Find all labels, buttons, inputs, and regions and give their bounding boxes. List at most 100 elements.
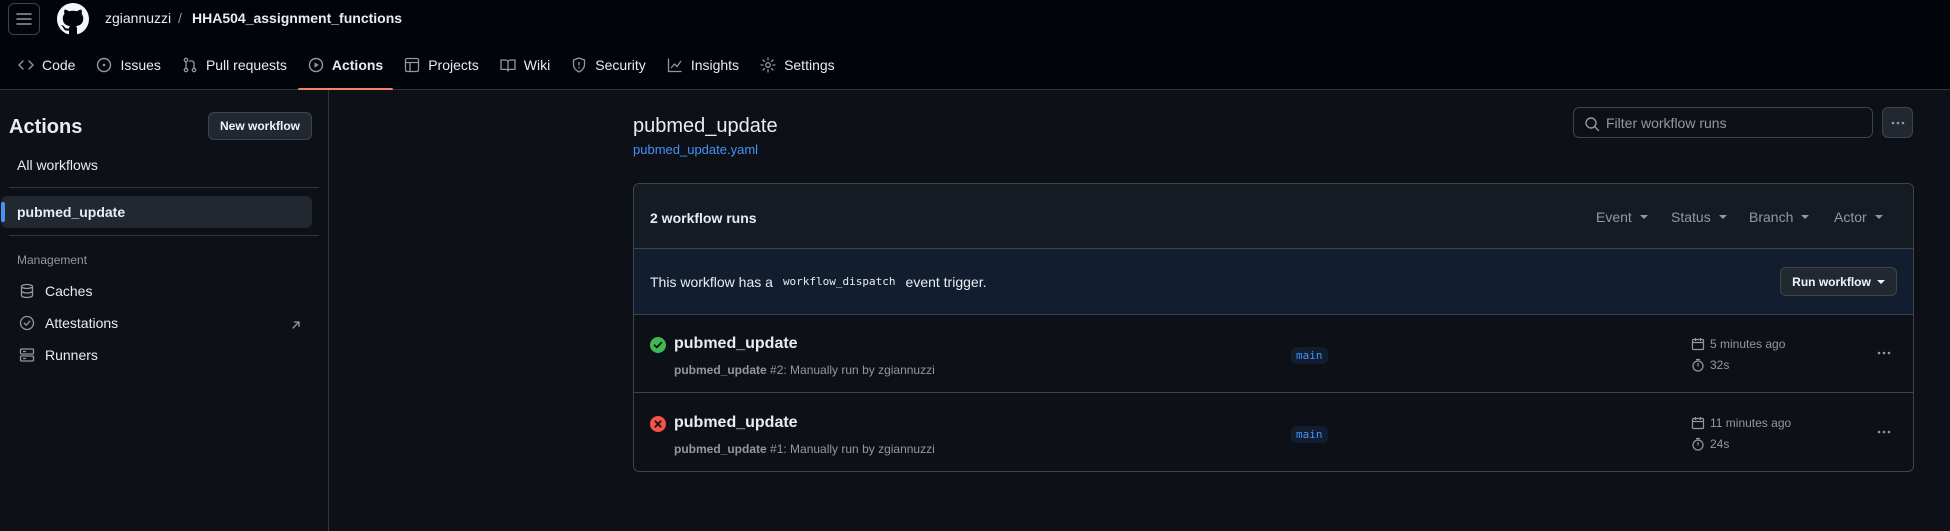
- stopwatch-icon: [1692, 437, 1704, 451]
- run-duration: 32s: [1691, 358, 1729, 372]
- caret-down-icon: [1876, 279, 1885, 284]
- breadcrumb-separator: /: [178, 10, 182, 26]
- menu-button[interactable]: [8, 3, 40, 35]
- run-detail: #1: Manually run by zgiannuzzi: [770, 442, 935, 456]
- tab-projects[interactable]: Projects: [394, 48, 489, 82]
- sidebar-item-label: pubmed_update: [17, 204, 126, 220]
- issue-icon: [97, 57, 112, 73]
- run-title[interactable]: pubmed_update: [674, 335, 798, 353]
- run-workflow-button[interactable]: Run workflow: [1780, 267, 1897, 296]
- actor-filter-dropdown[interactable]: Actor: [1834, 209, 1883, 225]
- tab-actions[interactable]: Actions: [297, 48, 394, 90]
- workflow-title: pubmed_update: [633, 115, 778, 137]
- workflow-file-link[interactable]: pubmed_update.yaml: [633, 142, 758, 157]
- run-workflow-label: Run workflow: [1792, 274, 1871, 289]
- stopwatch-icon: [1692, 358, 1704, 372]
- tab-code[interactable]: Code: [8, 48, 85, 82]
- sidebar-item-runners[interactable]: Runners: [19, 347, 98, 363]
- event-filter-dropdown[interactable]: Event: [1596, 209, 1648, 225]
- branch-label[interactable]: main: [1291, 347, 1328, 364]
- calendar-icon: [1691, 417, 1705, 430]
- code-icon: [18, 60, 34, 70]
- sidebar-title: Actions: [9, 116, 83, 138]
- filter-placeholder: Filter workflow runs: [1606, 114, 1727, 131]
- breadcrumb-owner[interactable]: zgiannuzzi: [105, 10, 171, 26]
- dispatch-banner: This workflow has a workflow_dispatch ev…: [634, 249, 1913, 315]
- dropdown-label: Actor: [1834, 209, 1867, 225]
- run-subtitle: pubmed_update #2: Manually run by zgiann…: [674, 363, 935, 377]
- sidebar-item-pubmed-update[interactable]: pubmed_update: [1, 196, 312, 228]
- dispatch-message: This workflow has a workflow_dispatch ev…: [650, 273, 986, 290]
- tab-insights[interactable]: Insights: [657, 48, 749, 82]
- run-workflow-name: pubmed_update: [674, 363, 767, 377]
- caret-down-icon: [1801, 215, 1810, 219]
- tab-wiki[interactable]: Wiki: [490, 48, 560, 82]
- tab-issues[interactable]: Issues: [86, 48, 170, 82]
- search-icon: [1585, 117, 1600, 132]
- verified-icon: [19, 315, 35, 331]
- status-filter-dropdown[interactable]: Status: [1671, 209, 1727, 225]
- graph-icon: [667, 58, 682, 73]
- sidebar-divider: [9, 187, 319, 188]
- run-detail: #2: Manually run by zgiannuzzi: [770, 363, 935, 377]
- sidebar-item-label: Attestations: [45, 315, 119, 331]
- sidebar-item-caches[interactable]: Caches: [19, 283, 92, 299]
- sidebar-item-label: Runners: [45, 347, 98, 363]
- book-icon: [500, 59, 516, 72]
- play-icon: [308, 57, 324, 73]
- run-workflow-name: pubmed_update: [674, 442, 767, 456]
- run-when: 5 minutes ago: [1710, 337, 1786, 351]
- sidebar-item-label: Caches: [45, 283, 93, 299]
- gear-icon: [760, 57, 776, 73]
- tab-label: Security: [595, 57, 646, 73]
- server-icon: [19, 348, 35, 362]
- run-duration-value: 32s: [1710, 358, 1730, 372]
- runs-header: 2 workflow runs Event Status Branch Acto…: [634, 184, 1913, 249]
- breadcrumb-repo[interactable]: HHA504_assignment_functions: [192, 10, 402, 26]
- tab-label: Code: [42, 57, 76, 73]
- tab-label: Issues: [120, 57, 161, 73]
- repo-tabs: Code Issues Pull requests Actions Projec…: [8, 48, 846, 90]
- tab-label: Wiki: [523, 57, 551, 73]
- caret-down-icon: [1874, 215, 1883, 219]
- tab-pull-requests[interactable]: Pull requests: [172, 48, 297, 82]
- active-indicator: [1, 202, 5, 222]
- sidebar-item-all-workflows[interactable]: All workflows: [17, 157, 98, 173]
- kebab-horizontal-icon: [1877, 430, 1891, 434]
- tab-security[interactable]: Security: [561, 48, 656, 82]
- run-date: 11 minutes ago: [1691, 416, 1791, 430]
- dispatch-suffix: event trigger.: [905, 273, 987, 290]
- tab-label: Actions: [331, 57, 384, 73]
- run-title[interactable]: pubmed_update: [674, 414, 798, 432]
- caret-down-icon: [1718, 215, 1727, 219]
- more-options-button[interactable]: [1882, 107, 1913, 138]
- run-when: 11 minutes ago: [1710, 416, 1792, 430]
- repo-header: zgiannuzzi / HHA504_assignment_functions…: [0, 0, 1950, 90]
- branch-filter-dropdown[interactable]: Branch: [1749, 209, 1810, 225]
- branch-label[interactable]: main: [1291, 426, 1328, 443]
- tab-label: Pull requests: [205, 57, 287, 73]
- runs-count: 2 workflow runs: [650, 210, 757, 226]
- table-icon: [405, 57, 420, 73]
- tab-settings[interactable]: Settings: [750, 48, 845, 82]
- workflow-run-row[interactable]: pubmed_update pubmed_update #2: Manually…: [634, 315, 1913, 393]
- sidebar-item-attestations[interactable]: Attestations: [19, 315, 118, 331]
- tab-label: Projects: [428, 57, 479, 73]
- caret-down-icon: [1639, 215, 1648, 219]
- check-circle-fill-icon: [650, 337, 666, 353]
- new-workflow-button[interactable]: New workflow: [208, 112, 312, 140]
- filter-workflow-runs-input[interactable]: Filter workflow runs: [1573, 107, 1873, 138]
- external-link-icon: [292, 321, 300, 329]
- run-date: 5 minutes ago: [1691, 337, 1785, 351]
- calendar-icon: [1691, 338, 1705, 351]
- run-subtitle: pubmed_update #1: Manually run by zgiann…: [674, 442, 935, 456]
- github-logo-icon[interactable]: [57, 3, 89, 35]
- sidebar-divider: [9, 235, 319, 236]
- dispatch-code: workflow_dispatch: [782, 275, 896, 288]
- workflow-run-row[interactable]: pubmed_update pubmed_update #1: Manually…: [634, 394, 1913, 471]
- kebab-horizontal-icon: [1877, 351, 1891, 355]
- workflow-runs-box: 2 workflow runs Event Status Branch Acto…: [633, 183, 1914, 472]
- run-options-button[interactable]: [1874, 424, 1894, 440]
- run-options-button[interactable]: [1874, 345, 1894, 361]
- management-heading: Management: [17, 253, 88, 267]
